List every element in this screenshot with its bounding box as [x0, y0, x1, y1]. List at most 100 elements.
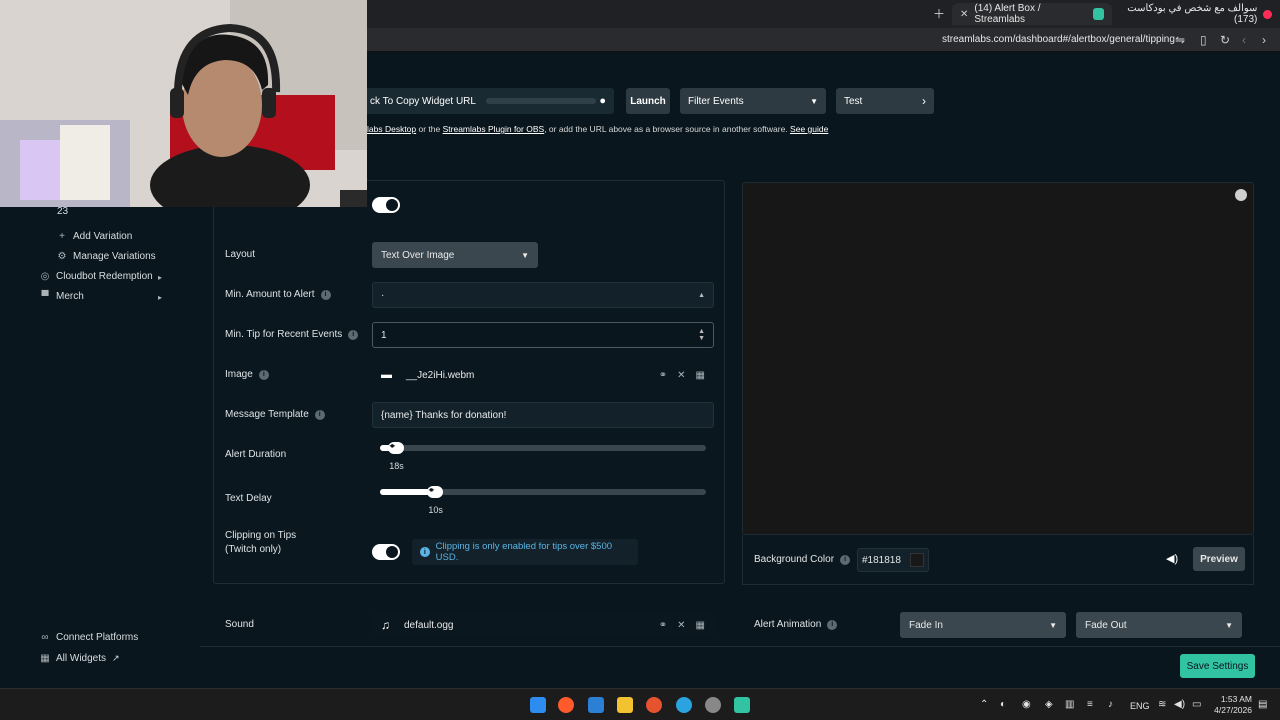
text-delay-value: 10s [428, 505, 443, 515]
caret-right-icon: ▸ [158, 273, 163, 282]
sidebar-item-merch[interactable]: ▀ Merch [40, 291, 84, 302]
telegram-icon[interactable] [676, 697, 692, 713]
new-tab-icon[interactable]: ＋ [933, 7, 945, 21]
clipping-label-line1: Clipping on Tips [225, 530, 297, 541]
forward-icon[interactable]: › [1262, 33, 1266, 47]
windows-start-icon[interactable] [530, 697, 546, 713]
battery-icon[interactable]: ▭ [1192, 699, 1201, 710]
desktop-link[interactable]: labs Desktop [367, 124, 416, 134]
section-divider [200, 646, 1280, 647]
preview-button-label: Preview [1200, 553, 1238, 565]
grid-icon[interactable]: ▦ [696, 620, 705, 631]
clipping-toggle[interactable] [372, 544, 400, 560]
tray-app-icon[interactable]: ▥ [1065, 699, 1074, 710]
image-field[interactable]: ▬ __Je2iHi.webm ⚭ ✕ ▦ [372, 362, 714, 388]
shirt-icon: ▀ [41, 291, 49, 302]
vscode-icon[interactable] [588, 697, 604, 713]
image-filename: __Je2iHi.webm [406, 369, 475, 381]
enabled-toggle[interactable] [372, 197, 400, 213]
tray-app-icon[interactable]: ◉ [1022, 699, 1031, 710]
app-icon[interactable] [646, 697, 662, 713]
save-settings-button[interactable]: Save Settings [1180, 654, 1255, 678]
all-widgets-link[interactable]: ▦ All Widgets ↗ [40, 653, 119, 664]
min-tip-value: 1 [381, 329, 387, 341]
manage-variations-label: Manage Variations [73, 251, 156, 262]
bookmark-icon[interactable]: ▯ [1200, 33, 1207, 47]
sound-filename: default.ogg [404, 619, 454, 631]
site-settings-icon[interactable]: ⇋ [1175, 33, 1185, 47]
filter-events-dropdown[interactable]: Filter Events ▼ [680, 88, 826, 114]
volume-icon[interactable]: ◀) [1166, 552, 1178, 565]
browser-tab-podcast[interactable]: سوالف مع شخص في بودكاست (173) [1100, 3, 1280, 25]
anim-in-value: Fade In [909, 619, 943, 631]
language-indicator[interactable]: ENG [1130, 701, 1150, 711]
grid-icon[interactable]: ▦ [696, 370, 705, 381]
tray-app-icon[interactable]: ◈ [1045, 699, 1053, 710]
obs-icon[interactable] [705, 697, 721, 713]
min-tip-input[interactable]: 1 ▲ ▼ [372, 322, 714, 348]
merch-label: Merch [56, 291, 84, 302]
wifi-icon[interactable]: ≋ [1158, 699, 1166, 710]
copy-widget-url-button[interactable]: ck To Copy Widget URL ● [362, 88, 614, 114]
clock[interactable]: 1:53 AM 4/27/2026 [1212, 694, 1252, 716]
manage-variations-button[interactable]: ⚙ Manage Variations [57, 251, 156, 262]
reload-icon[interactable]: ↻ [1220, 33, 1230, 47]
min-amount-input[interactable]: · ▲ [372, 282, 714, 308]
link-icon[interactable]: ⚭ [659, 620, 667, 631]
obs-plugin-link[interactable]: Streamlabs Plugin for OBS [443, 124, 545, 134]
eye-icon[interactable]: ● [599, 95, 606, 107]
see-guide-link[interactable]: See guide [790, 124, 828, 134]
gear-icon: ⚙ [57, 251, 67, 262]
plus-icon: + [59, 231, 65, 242]
info-icon: i [827, 619, 838, 630]
alert-duration-track[interactable] [380, 445, 706, 451]
link-icon[interactable]: ⚭ [659, 370, 667, 381]
hint-text: , or add the URL above as a browser sour… [544, 124, 791, 134]
spinner-icon[interactable]: ▲ [698, 292, 705, 299]
add-variation-button[interactable]: + Add Variation [57, 231, 132, 242]
back-icon[interactable]: ‹ [1242, 33, 1246, 47]
text-delay-label: Text Delay [225, 493, 272, 504]
brave-browser-icon[interactable] [558, 697, 574, 713]
alert-duration-handle[interactable] [388, 441, 405, 454]
text-delay-handle[interactable] [427, 485, 444, 498]
blurred-url [485, 98, 596, 104]
min-tip-label: Min. Tip for Recent Events i [225, 329, 359, 340]
youtube-icon [1263, 9, 1272, 19]
streamlabs-app-icon[interactable] [734, 697, 750, 713]
animation-in-select[interactable]: Fade In ▼ [900, 612, 1066, 638]
alert-animation-label: Alert Animation i [754, 619, 838, 630]
clipping-info-box: i Clipping is only enabled for tips over… [412, 539, 638, 565]
alert-duration-value: 18s [389, 461, 404, 471]
info-icon: i [320, 289, 331, 300]
volume-icon[interactable]: ◀) [1174, 699, 1185, 710]
close-icon[interactable]: ✕ [677, 620, 685, 631]
background-color-input[interactable]: #181818 [857, 548, 929, 572]
sound-field[interactable]: ♫ default.ogg ⚭ ✕ ▦ [372, 612, 714, 638]
microphone-icon[interactable]: ♪ [1108, 699, 1113, 710]
launch-button[interactable]: Launch [626, 88, 670, 114]
layout-select[interactable]: Text Over Image ▼ [372, 242, 538, 268]
close-icon[interactable]: ✕ [677, 370, 685, 381]
animation-out-select[interactable]: Fade Out ▼ [1076, 612, 1242, 638]
close-tab-icon[interactable]: ✕ [960, 9, 968, 20]
tray-chevron-icon[interactable]: ⌃ [980, 699, 988, 710]
spinner-icon[interactable]: ▲ ▼ [698, 328, 705, 342]
min-amount-value: · [381, 289, 385, 301]
connect-platforms-link[interactable]: ∞ Connect Platforms [40, 632, 138, 643]
sidebar-item-cloudbot[interactable]: ◎ Cloudbot Redemption [40, 271, 153, 282]
test-dropdown[interactable]: Test › [836, 88, 934, 114]
tray-app-icon[interactable]: ≡ [1087, 699, 1093, 710]
file-explorer-icon[interactable] [617, 697, 633, 713]
url-text[interactable]: streamlabs.com/dashboard#/alertbox/gener… [942, 34, 1175, 45]
color-swatch[interactable] [910, 553, 924, 567]
hint-text: or the [416, 124, 443, 134]
message-template-input[interactable]: {name} Thanks for donation! [372, 402, 714, 428]
browser-tab-alertbox[interactable]: ✕ (14) Alert Box / Streamlabs [952, 3, 1112, 25]
preview-button[interactable]: Preview [1193, 547, 1245, 571]
sound-label: Sound [225, 619, 254, 630]
chevron-down-icon: ▼ [1225, 620, 1233, 630]
notification-icon[interactable]: ▤ [1258, 699, 1267, 710]
tray-app-icon[interactable]: ◐ [1000, 699, 1006, 710]
fullscreen-icon[interactable] [1235, 189, 1247, 201]
